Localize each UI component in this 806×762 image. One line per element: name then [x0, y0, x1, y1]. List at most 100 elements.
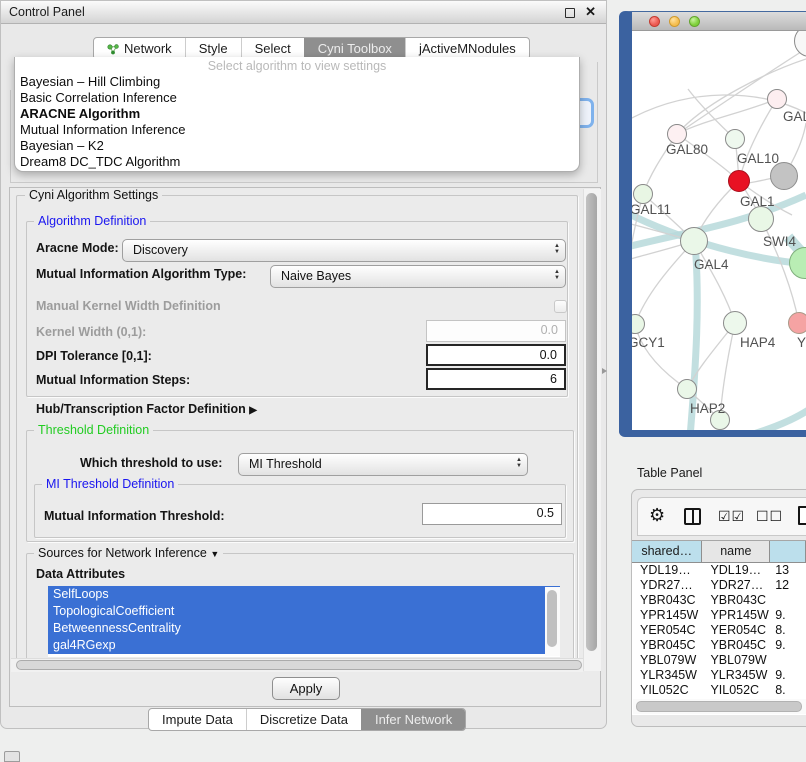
- table-row[interactable]: YBR043CYBR043C: [632, 593, 806, 608]
- new-table-icon[interactable]: [798, 506, 806, 525]
- sources-toggle[interactable]: Sources for Network Inference ▼: [34, 546, 223, 560]
- table-row[interactable]: YER054CYER054C8.: [632, 623, 806, 638]
- table-cell: YBL079W: [702, 653, 770, 668]
- cursor-artifact: [602, 368, 607, 374]
- docked-panel-icon[interactable]: [4, 751, 20, 762]
- tab-cyni-toolbox[interactable]: Cyni Toolbox: [304, 38, 405, 59]
- tab-network[interactable]: Network: [94, 38, 185, 59]
- table-cell: YDL19…: [702, 563, 770, 578]
- network-node[interactable]: [788, 312, 806, 334]
- settings-vscrollbar-thumb[interactable]: [586, 193, 597, 651]
- algorithm-option-bayesian-k2[interactable]: Bayesian – K2: [15, 138, 579, 154]
- node-label-gal10: GAL10: [737, 151, 779, 166]
- algorithm-option-bayesian-hill-climbing[interactable]: Bayesian – Hill Climbing: [15, 74, 579, 90]
- table-cell: YBL079W: [632, 653, 702, 668]
- table-cell: 9.: [770, 668, 806, 683]
- settings-hscrollbar-thumb[interactable]: [16, 660, 582, 670]
- column-header-col3[interactable]: [770, 541, 806, 563]
- column-layout-icon[interactable]: [684, 508, 701, 525]
- table-row[interactable]: YBL079WYBL079W: [632, 653, 806, 668]
- table-row[interactable]: YDR27…YDR27…12: [632, 578, 806, 593]
- table-cell: YLR345W: [632, 668, 702, 683]
- hidden-group-edge: [10, 182, 598, 183]
- which-threshold-select[interactable]: MI Threshold ▲▼: [238, 453, 528, 476]
- table-panel-title: Table Panel: [637, 466, 702, 480]
- table-row[interactable]: YLR345WYLR345W9.: [632, 668, 806, 683]
- network-node[interactable]: [728, 170, 750, 192]
- tab-impute-data[interactable]: Impute Data: [149, 709, 246, 730]
- network-titlebar[interactable]: [632, 12, 806, 31]
- column-header-name[interactable]: name: [702, 541, 770, 563]
- algorithm-option-mutual-information-inference[interactable]: Mutual Information Inference: [15, 122, 579, 138]
- mi-threshold-field[interactable]: 0.5: [422, 503, 562, 525]
- algorithm-option-basic-correlation-inference[interactable]: Basic Correlation Inference: [15, 90, 579, 106]
- table-row[interactable]: YBR045CYBR045C9.: [632, 638, 806, 653]
- network-node[interactable]: [680, 227, 708, 255]
- network-node[interactable]: [748, 206, 774, 232]
- data-attributes-label: Data Attributes: [36, 567, 125, 581]
- algorithm-option-aracne-algorithm[interactable]: ARACNE Algorithm: [15, 106, 579, 122]
- table-cell: YDL19…: [632, 563, 702, 578]
- float-panel-icon[interactable]: [565, 8, 575, 18]
- network-node[interactable]: [723, 311, 747, 335]
- network-canvas[interactable]: GALGAL80GAL10GAL1GAL11SWI4GAL4GCY1HAP4YH…: [632, 31, 806, 430]
- list-item-selfloops[interactable]: SelfLoops: [48, 586, 560, 603]
- network-node[interactable]: [767, 89, 787, 109]
- mi-type-value: Naive Bayes: [281, 269, 351, 283]
- gear-icon[interactable]: ⚙: [649, 505, 665, 526]
- node-label-gal: GAL: [783, 109, 806, 124]
- zoom-traffic-icon[interactable]: [689, 16, 700, 27]
- apply-button[interactable]: Apply: [272, 677, 340, 700]
- minimize-traffic-icon[interactable]: [669, 16, 680, 27]
- close-traffic-icon[interactable]: [649, 16, 660, 27]
- close-icon[interactable]: ✕: [585, 4, 596, 20]
- table-cell: YPR145W: [702, 608, 770, 623]
- group-title: MI Threshold Definition: [42, 477, 178, 491]
- network-node[interactable]: [770, 162, 798, 190]
- node-table[interactable]: shared…nameYDL19…YDL19…13YDR27…YDR27…12Y…: [632, 540, 806, 715]
- mi-steps-field[interactable]: 6: [426, 368, 566, 390]
- which-threshold-label: Which threshold to use:: [80, 456, 222, 470]
- manual-kernel-checkbox[interactable]: [554, 300, 567, 313]
- list-item-betweennesscentrality[interactable]: BetweennessCentrality: [48, 620, 560, 637]
- control-panel-titlebar: Control Panel ✕: [1, 1, 606, 24]
- table-hscrollbar-thumb[interactable]: [636, 701, 802, 712]
- algorithm-option-dream8-dc-tdc-algorithm[interactable]: Dream8 DC_TDC Algorithm: [15, 154, 579, 170]
- hub-definition-label: Hub/Transcription Factor Definition: [36, 402, 246, 416]
- network-node[interactable]: [667, 124, 687, 144]
- dpi-tolerance-field[interactable]: 0.0: [426, 344, 566, 366]
- combo-arrows-icon: ▲▼: [554, 269, 560, 281]
- list-scrollbar-thumb[interactable]: [547, 590, 557, 647]
- table-cell: YBR045C: [632, 638, 702, 653]
- tab-select[interactable]: Select: [241, 38, 304, 59]
- list-item-topologicalcoefficient[interactable]: TopologicalCoefficient: [48, 603, 560, 620]
- kernel-width-field[interactable]: 0.0: [426, 320, 566, 342]
- data-attributes-list[interactable]: SelfLoopsTopologicalCoefficientBetweenne…: [48, 586, 560, 657]
- table-row[interactable]: YIL052CYIL052C8.: [632, 683, 806, 698]
- aracne-mode-select[interactable]: Discovery ▲▼: [122, 239, 566, 262]
- table-cell: YIL052C: [632, 683, 702, 698]
- column-header-shared[interactable]: shared…: [632, 541, 702, 563]
- hub-definition-toggle[interactable]: Hub/Transcription Factor Definition ▶: [36, 402, 257, 416]
- network-icon: [107, 43, 119, 55]
- node-label-gal1: GAL1: [740, 194, 775, 209]
- select-all-checkboxes-icon[interactable]: ☑☑: [718, 508, 745, 525]
- tab-infer-network[interactable]: Infer Network: [361, 709, 465, 730]
- tab-discretize-data[interactable]: Discretize Data: [246, 709, 361, 730]
- table-cell: YBR045C: [702, 638, 770, 653]
- tab-style[interactable]: Style: [185, 38, 241, 59]
- hidden-group-edge: [597, 62, 598, 183]
- network-node[interactable]: [725, 129, 745, 149]
- table-row[interactable]: YDL19…YDL19…13: [632, 563, 806, 578]
- table-row[interactable]: YPR145WYPR145W9.: [632, 608, 806, 623]
- tab-label: Select: [255, 41, 291, 56]
- network-node[interactable]: [633, 184, 653, 204]
- list-item-gal4rgexp[interactable]: gal4RGexp: [48, 637, 560, 654]
- network-view-window: GALGAL80GAL10GAL1GAL11SWI4GAL4GCY1HAP4YH…: [619, 11, 806, 437]
- network-node[interactable]: [677, 379, 697, 399]
- tab-jactivemnodules[interactable]: jActiveMNodules: [405, 38, 529, 59]
- mi-type-select[interactable]: Naive Bayes ▲▼: [270, 265, 566, 288]
- mi-steps-label: Mutual Information Steps:: [36, 373, 190, 387]
- clear-checkboxes-icon[interactable]: ☐☐: [756, 508, 783, 525]
- table-header-row: shared…name: [632, 541, 806, 563]
